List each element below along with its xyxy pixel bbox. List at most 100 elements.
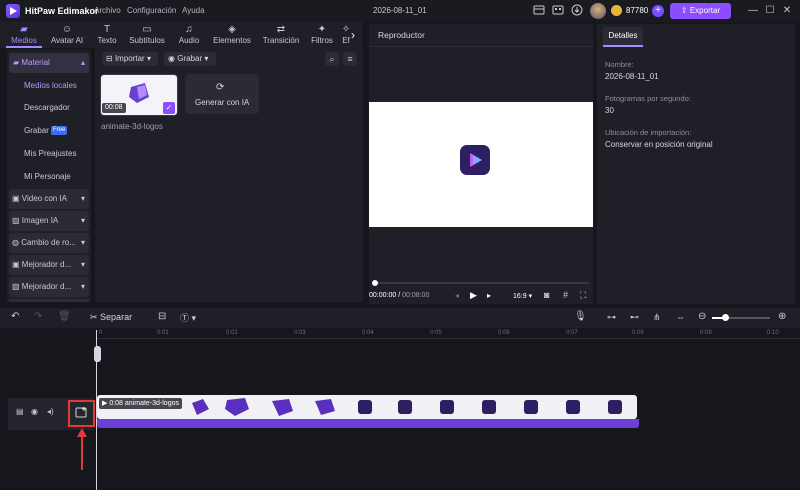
redo-icon[interactable]: ↷ <box>34 311 42 322</box>
progress-handle[interactable] <box>372 280 378 286</box>
sidebar-item-grabar[interactable]: Grabar <box>24 126 49 135</box>
detail-label-fps: Fotogramas por segundo: <box>605 94 691 103</box>
tab-label: Elementos <box>213 36 251 45</box>
chevron-down-icon: ▾ <box>80 216 85 225</box>
delete-icon[interactable]: 🗑 <box>58 311 71 322</box>
ruler-tick: 0:09 <box>700 330 712 336</box>
add-credits-button[interactable]: + <box>652 5 664 17</box>
sidebar-group-label: Mejorador d... <box>21 260 72 269</box>
undo-icon[interactable]: ↶ <box>11 311 19 322</box>
tab-label: Filtros <box>311 36 333 45</box>
menu-ayuda[interactable]: Ayuda <box>182 6 205 15</box>
user-avatar[interactable] <box>590 3 606 19</box>
import-dropdown[interactable]: ⊟ Importar ▾ <box>102 52 158 66</box>
tab-subtitulos[interactable]: ▭ Subtítulos <box>126 22 168 48</box>
ruler-tick: 0:06 <box>498 330 510 336</box>
import-icon: ⊟ <box>106 54 115 63</box>
scissors-icon: ✂ <box>90 312 101 322</box>
selected-check-icon[interactable]: ✓ <box>163 102 175 114</box>
add-cover-icon <box>75 407 87 418</box>
tab-elementos[interactable]: ◈ Elementos <box>208 22 256 48</box>
tab-label: Ef <box>342 36 350 45</box>
tab-filtros[interactable]: ✦ Filtros <box>306 22 338 48</box>
download-icon[interactable] <box>570 4 584 18</box>
tab-avatar-ai[interactable]: ☺ Avatar AI <box>46 22 88 48</box>
credits-count: 87780 <box>626 6 649 15</box>
split-button[interactable]: ✂ Separar <box>90 312 132 323</box>
close-button[interactable]: ✕ <box>780 4 794 18</box>
ruler-tick: 0:07 <box>566 330 578 336</box>
snap-icon[interactable]: ⊷ <box>630 312 639 323</box>
playhead-handle[interactable] <box>94 346 101 362</box>
zoom-out-icon[interactable]: ⊖ <box>698 311 706 322</box>
sidebar-group-mejorador-2[interactable]: ▨ Mejorador d... ▾ <box>9 277 89 297</box>
tab-texto[interactable]: T Texto <box>92 22 122 48</box>
sidebar-group-label: Video con IA <box>21 194 67 203</box>
sidebar-material[interactable]: ▰ Material ▴ <box>9 53 89 73</box>
sidebar-group-imagen-ia[interactable]: ▨ Imagen IA ▾ <box>9 211 89 231</box>
next-frame-icon[interactable]: ▸ <box>487 291 491 300</box>
tab-medios[interactable]: ▰ Medios <box>6 22 42 48</box>
chevron-down-icon: ▾ <box>80 238 85 247</box>
active-tab-indicator <box>6 46 42 48</box>
track-video-icon: ▤ <box>16 407 24 416</box>
sort-icon[interactable]: ≡ <box>343 52 357 66</box>
sidebar-item-mis-preajustes[interactable]: Mis Preajustes <box>24 149 76 158</box>
maximize-button[interactable]: ☐ <box>763 4 777 18</box>
sidebar-overflow-item <box>9 299 89 302</box>
export-button[interactable]: ⇪ Exportar <box>670 3 731 19</box>
tab-label: Audio <box>178 36 200 45</box>
sidebar-item-descargador[interactable]: Descargador <box>24 103 70 112</box>
fullscreen-icon[interactable]: ⛶ <box>580 290 586 301</box>
search-icon[interactable]: ⌕ <box>325 52 339 66</box>
sidebar-group-video-ia[interactable]: ▣ Video con IA ▾ <box>9 189 89 209</box>
tabs-scroll-right[interactable]: › <box>351 28 355 42</box>
clip-label: ▶ 0:08 animate-3d-logos <box>99 398 182 409</box>
grid-icon[interactable]: # <box>563 290 568 300</box>
image-ai-icon: ▨ <box>12 216 22 225</box>
transition-icon: ⇄ <box>276 24 286 35</box>
preview-logo-icon <box>460 145 490 175</box>
play-icon[interactable]: ▶ <box>470 290 477 301</box>
prev-frame-icon[interactable]: ◂ <box>455 291 459 300</box>
tab-label: Texto <box>97 36 117 45</box>
volume-icon[interactable]: ◂) <box>47 407 54 416</box>
magnet-icon[interactable]: ⋔ <box>653 312 661 323</box>
time-total: 00:08:00 <box>402 292 430 299</box>
minimize-button[interactable]: — <box>746 4 760 18</box>
sidebar-group-mejorador-1[interactable]: ▣ Mejorador d... ▾ <box>9 255 89 275</box>
sidebar-group-label: Mejorador d... <box>21 282 72 291</box>
menu-configuracion[interactable]: Configuración <box>127 6 176 15</box>
chevron-down-icon: ▾ <box>80 194 85 203</box>
tab-transicion[interactable]: ⇄ Transición <box>258 22 304 48</box>
folder-icon: ▰ <box>20 24 28 35</box>
split-label: Separar <box>100 312 133 322</box>
sidebar-group-label: Cambio de ro... <box>21 238 76 247</box>
chevron-up-icon: ▴ <box>80 58 85 67</box>
generate-ai-card[interactable] <box>185 74 259 114</box>
record-dropdown[interactable]: ◉ Grabar ▾ <box>164 52 216 66</box>
link-icon[interactable]: ⊶ <box>607 312 616 323</box>
coin-icon <box>611 5 622 16</box>
text-tool-dropdown[interactable]: Ⓣ ▾ <box>180 311 196 324</box>
aspect-ratio-dropdown[interactable]: 16:9 ▾ <box>513 292 532 300</box>
fit-icon[interactable]: ⇔ <box>676 312 685 322</box>
playback-progress[interactable] <box>375 282 589 284</box>
snapshot-icon[interactable]: ◙ <box>544 290 549 300</box>
clip-label-text: 0:08 animate-3d-logos <box>109 400 179 407</box>
zoom-in-icon[interactable]: ⊕ <box>778 311 786 322</box>
menu-archivo[interactable]: Archivo <box>94 6 121 15</box>
ruler-tick: 0:03 <box>294 330 306 336</box>
layout-icon[interactable] <box>532 4 546 18</box>
sidebar-item-mi-personaje[interactable]: Mi Personaje <box>24 172 71 181</box>
eye-icon[interactable]: ◉ <box>31 407 38 416</box>
sidebar-item-medios-locales[interactable]: Medios locales <box>24 81 77 90</box>
freeze-icon[interactable]: ⊟ <box>158 311 166 322</box>
zoom-slider-handle[interactable] <box>722 314 729 321</box>
sidebar-group-cambio[interactable]: ◍ Cambio de ro... ▾ <box>9 233 89 253</box>
tab-audio[interactable]: ♫ Audio <box>172 22 206 48</box>
microphone-icon[interactable]: 🎙 <box>574 311 587 322</box>
shortcut-icon[interactable] <box>551 4 565 18</box>
tab-detalles[interactable]: Detalles <box>603 27 643 47</box>
add-cover-button[interactable] <box>68 400 95 427</box>
